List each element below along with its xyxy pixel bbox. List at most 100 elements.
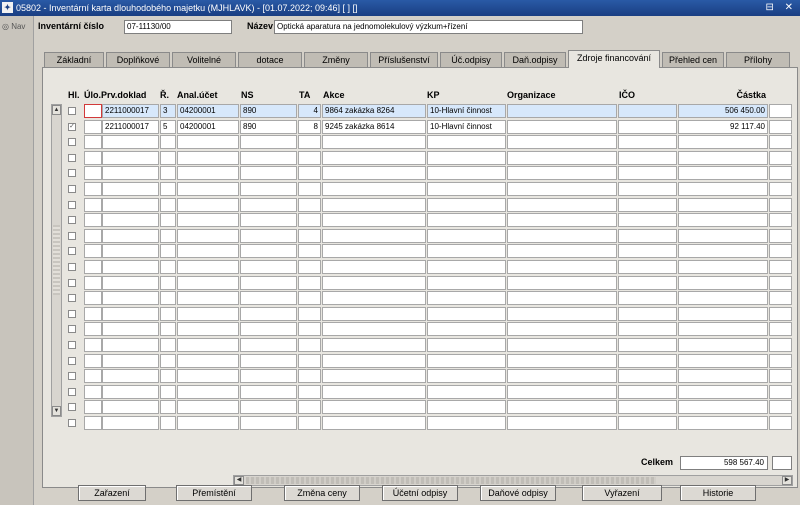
cell-akce[interactable]: [322, 244, 426, 259]
cell-ico[interactable]: [618, 260, 677, 274]
cell-ns[interactable]: [240, 400, 297, 415]
cell-prv-doklad[interactable]: [102, 291, 159, 306]
cell-anal-ucet[interactable]: [177, 338, 239, 352]
cell-ta[interactable]: [298, 135, 321, 150]
cell-organizace[interactable]: [507, 182, 617, 196]
cell-ulo[interactable]: [84, 166, 102, 181]
cell-kp[interactable]: [427, 306, 506, 321]
cell-akce[interactable]: [322, 369, 426, 384]
cell-r[interactable]: [160, 182, 176, 196]
cell-ta[interactable]: [298, 338, 321, 352]
cell-ico[interactable]: [618, 353, 677, 368]
cell-extra[interactable]: [769, 400, 792, 415]
cell-extra[interactable]: [769, 104, 792, 118]
cell-prv-doklad[interactable]: [102, 416, 159, 430]
danove-odpisy-button[interactable]: Daňové odpisy: [480, 485, 556, 501]
cell-ico[interactable]: [618, 135, 677, 150]
cell-prv-doklad[interactable]: [102, 338, 159, 352]
cell-ico[interactable]: [618, 182, 677, 196]
primary-checkbox[interactable]: [68, 325, 76, 334]
cell-prv-doklad[interactable]: [102, 228, 159, 243]
cell-ns[interactable]: 890: [240, 104, 297, 118]
cell-anal-ucet[interactable]: [177, 400, 239, 415]
cell-ico[interactable]: [618, 322, 677, 337]
cell-anal-ucet[interactable]: [177, 197, 239, 212]
nav-button[interactable]: ◎ Nav: [2, 22, 25, 31]
cell-castka[interactable]: [678, 306, 768, 321]
cell-extra[interactable]: [769, 338, 792, 352]
cell-ulo[interactable]: [84, 213, 102, 228]
cell-ulo[interactable]: [84, 119, 102, 134]
cell-ulo[interactable]: [84, 416, 102, 430]
cell-ulo[interactable]: [84, 306, 102, 321]
tab-zmeny[interactable]: Změny: [304, 52, 368, 68]
cell-r[interactable]: 5: [160, 119, 176, 134]
cell-castka[interactable]: [678, 228, 768, 243]
cell-kp[interactable]: [427, 150, 506, 165]
table-row[interactable]: ✓ 2211000017 5 04200001 890 8 9245 zakázka 861…: [43, 119, 799, 135]
window-controls[interactable]: ⊟ ✕: [765, 0, 797, 16]
cell-ns[interactable]: [240, 166, 297, 181]
cell-ns[interactable]: [240, 228, 297, 243]
cell-r[interactable]: [160, 275, 176, 290]
cell-anal-ucet[interactable]: [177, 291, 239, 306]
cell-r[interactable]: [160, 213, 176, 228]
cell-organizace[interactable]: [507, 119, 617, 134]
cell-ns[interactable]: [240, 384, 297, 399]
tab-prislusenstvi[interactable]: Příslušenství: [370, 52, 438, 68]
cell-castka[interactable]: [678, 353, 768, 368]
cell-kp[interactable]: [427, 166, 506, 181]
cell-castka[interactable]: [678, 291, 768, 306]
cell-castka[interactable]: 92 117.40: [678, 119, 768, 134]
tab-danove-odpisy[interactable]: Daň.odpisy: [504, 52, 566, 68]
zmena-ceny-button[interactable]: Změna ceny: [284, 485, 360, 501]
cell-ico[interactable]: [618, 150, 677, 165]
cell-kp[interactable]: [427, 369, 506, 384]
cell-anal-ucet[interactable]: [177, 166, 239, 181]
cell-akce[interactable]: [322, 291, 426, 306]
table-row[interactable]: [43, 166, 799, 181]
cell-anal-ucet[interactable]: [177, 135, 239, 150]
cell-ico[interactable]: [618, 400, 677, 415]
cell-anal-ucet[interactable]: [177, 228, 239, 243]
primary-checkbox[interactable]: [68, 309, 76, 318]
cell-ico[interactable]: [618, 119, 677, 134]
cell-ta[interactable]: 4: [298, 104, 321, 118]
cell-anal-ucet[interactable]: 04200001: [177, 119, 239, 134]
table-row[interactable]: [43, 228, 799, 244]
cell-ns[interactable]: [240, 197, 297, 212]
table-row[interactable]: [43, 182, 799, 197]
cell-r[interactable]: [160, 306, 176, 321]
cell-ta[interactable]: [298, 322, 321, 337]
cell-ta[interactable]: [298, 306, 321, 321]
cell-ns[interactable]: [240, 416, 297, 430]
cell-kp[interactable]: [427, 291, 506, 306]
cell-ta[interactable]: [298, 244, 321, 259]
cell-ta[interactable]: [298, 291, 321, 306]
cell-ns[interactable]: [240, 353, 297, 368]
cell-r[interactable]: [160, 166, 176, 181]
cell-r[interactable]: [160, 228, 176, 243]
cell-kp[interactable]: 10-Hlavní činnost: [427, 104, 506, 118]
cell-ulo[interactable]: [84, 135, 102, 150]
cell-ico[interactable]: [618, 416, 677, 430]
cell-extra[interactable]: [769, 197, 792, 212]
cell-akce[interactable]: [322, 182, 426, 196]
cell-ulo[interactable]: [84, 260, 102, 274]
cell-akce[interactable]: [322, 353, 426, 368]
cell-ns[interactable]: [240, 260, 297, 274]
primary-checkbox[interactable]: [68, 216, 76, 225]
tab-dotace[interactable]: dotace: [238, 52, 302, 68]
cell-kp[interactable]: [427, 416, 506, 430]
tab-zdroje-financovani[interactable]: Zdroje financování: [568, 50, 660, 68]
cell-ico[interactable]: [618, 338, 677, 352]
primary-checkbox[interactable]: ✓: [68, 122, 76, 131]
cell-anal-ucet[interactable]: [177, 182, 239, 196]
primary-checkbox[interactable]: [68, 169, 76, 178]
vyrazeni-button[interactable]: Vyřazení: [582, 485, 662, 501]
cell-anal-ucet[interactable]: [177, 275, 239, 290]
cell-kp[interactable]: [427, 213, 506, 228]
tab-zakladni[interactable]: Základní: [44, 52, 104, 68]
cell-kp[interactable]: [427, 338, 506, 352]
primary-checkbox[interactable]: [68, 403, 76, 412]
